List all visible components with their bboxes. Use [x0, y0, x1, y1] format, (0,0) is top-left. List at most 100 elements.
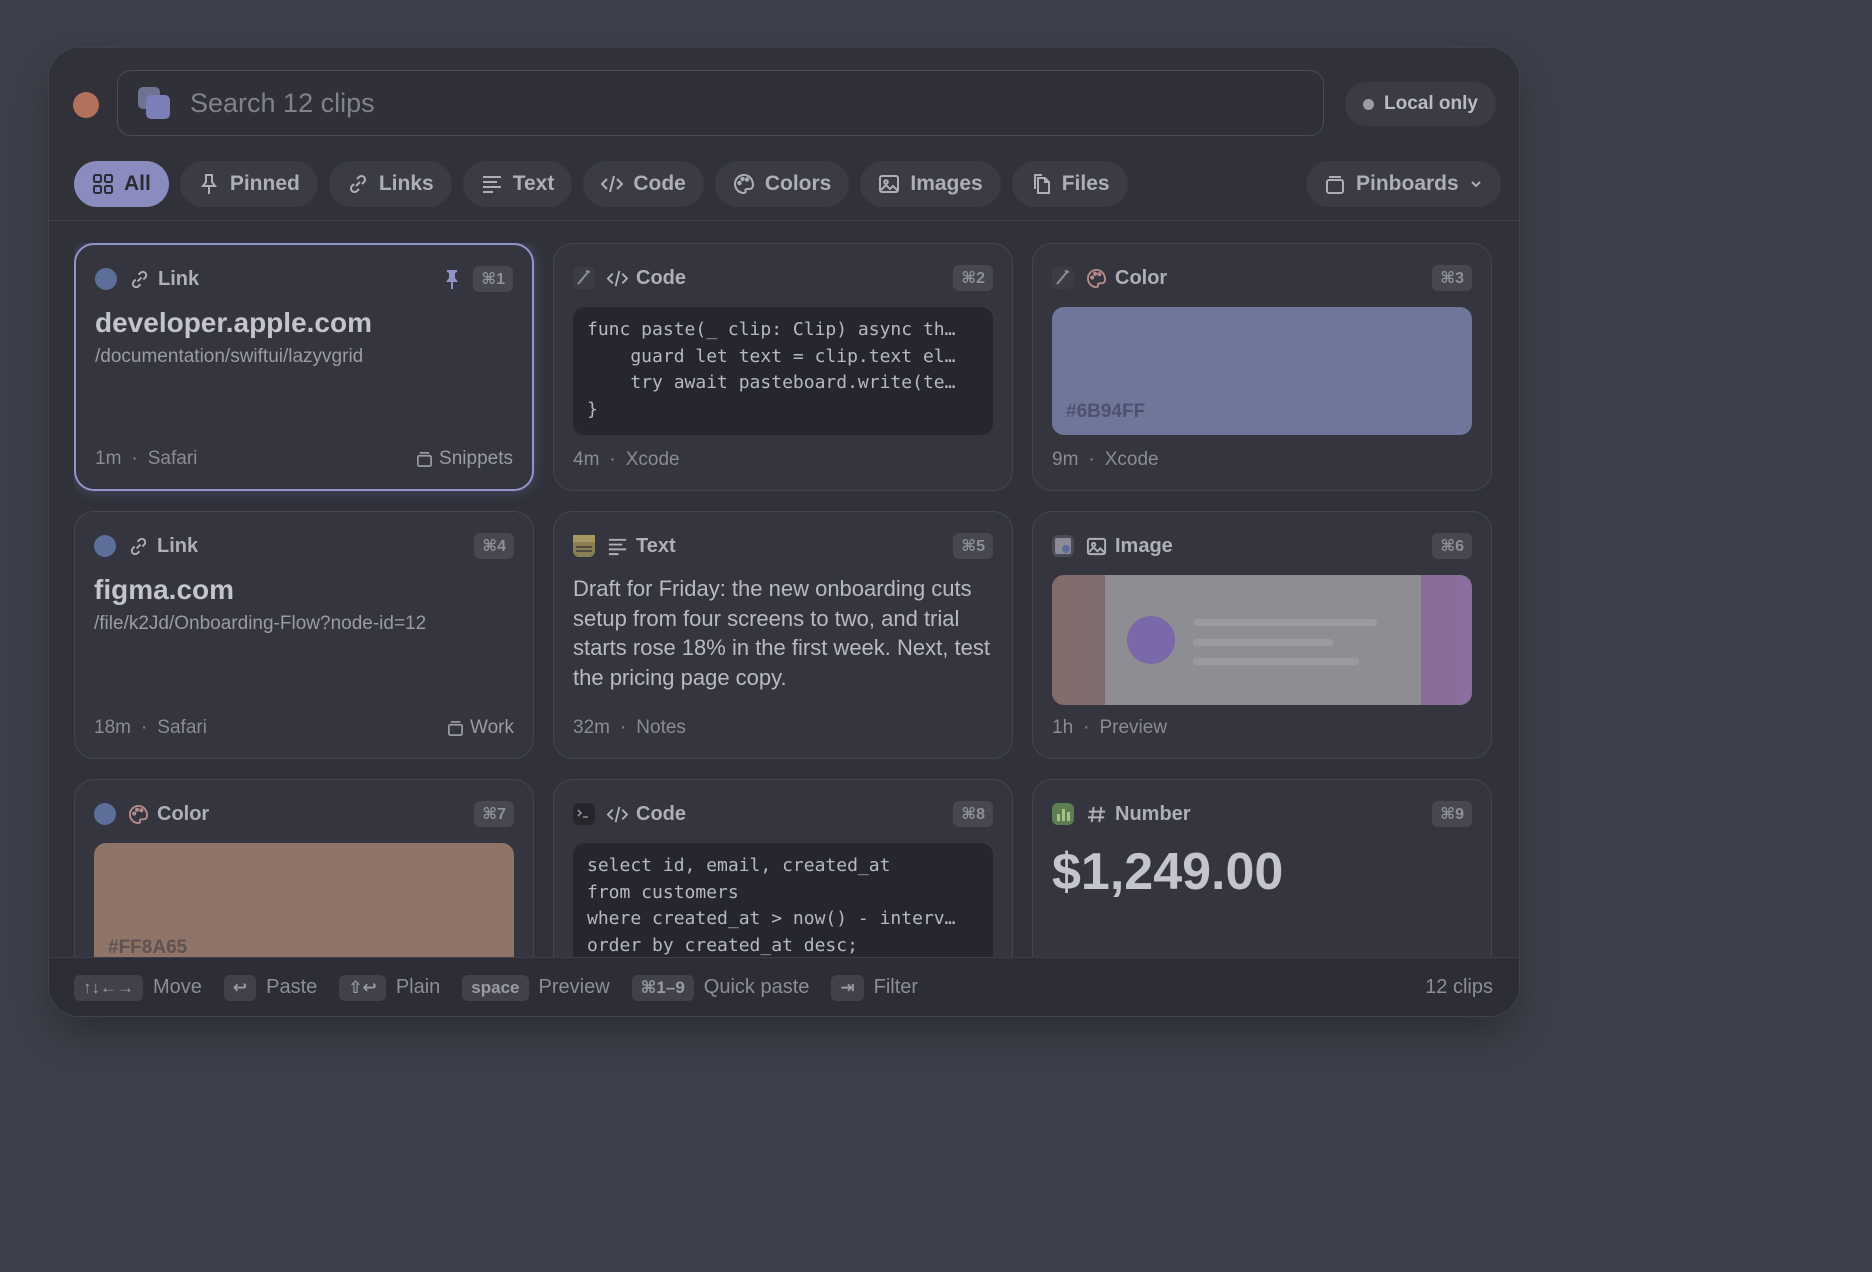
- color-swatch: #FF8A65: [94, 843, 514, 957]
- code-icon: [607, 270, 628, 286]
- search-input[interactable]: [188, 86, 1323, 120]
- hint-label: Quick paste: [703, 976, 810, 998]
- hint-quick-paste: ⌘1–9 Quick paste: [631, 974, 810, 1001]
- preview-icon: [1052, 535, 1074, 557]
- clip-card-text[interactable]: Text ⌘5 Draft for Friday: the new onboar…: [553, 511, 1013, 759]
- clip-age: 1h: [1052, 717, 1074, 738]
- clip-type-label: Code: [636, 802, 686, 825]
- hint-label: Plain: [395, 976, 441, 998]
- clip-type-label: Link: [158, 267, 200, 290]
- tab-colors[interactable]: Colors: [714, 161, 850, 207]
- hint-label: Preview: [538, 976, 610, 998]
- link-path: /file/k2Jd/Onboarding-Flow?node-id=12: [94, 613, 427, 634]
- text-lines-icon: [608, 538, 627, 555]
- color-hex: #FF8A65: [108, 937, 188, 957]
- hint-preview: space Preview: [462, 974, 610, 1001]
- clip-type-label: Color: [157, 802, 210, 825]
- shortcut-badge: ⌘7: [474, 801, 514, 827]
- clips-app-icon: [138, 87, 170, 119]
- tab-code[interactable]: Code: [583, 161, 704, 207]
- tab-links[interactable]: Links: [328, 161, 452, 207]
- pinboard-icon: [1326, 176, 1344, 194]
- clip-card-color[interactable]: Color ⌘7 #FF8A65: [74, 779, 534, 957]
- status-dot-icon: [1363, 98, 1374, 110]
- clip-age: 1m: [95, 448, 122, 469]
- text-lines-icon: [482, 176, 501, 193]
- link-icon: [130, 537, 147, 555]
- clip-type-label: Text: [636, 534, 676, 557]
- search-bar[interactable]: [117, 70, 1324, 136]
- palette-icon: [128, 804, 149, 824]
- code-preview: select id, email, created_at from custom…: [573, 843, 993, 957]
- tab-pinned[interactable]: Pinned: [179, 161, 318, 207]
- clip-app: Xcode: [625, 449, 680, 470]
- shortcut-badge: ⌘9: [1432, 801, 1472, 827]
- clip-card-number[interactable]: Number ⌘9 $1,249.00: [1032, 779, 1492, 957]
- link-title: developer.apple.com: [95, 307, 372, 338]
- hint-key: ↩: [223, 974, 257, 1001]
- code-icon: [601, 175, 624, 193]
- shortcut-badge: ⌘2: [953, 265, 993, 291]
- tab-text[interactable]: Text: [462, 161, 573, 207]
- color-hex: #6B94FF: [1066, 401, 1146, 422]
- pinboard-name: Work: [470, 717, 514, 738]
- clip-card-link[interactable]: Link ⌘4 figma.com /file/k2Jd/Onboarding-…: [74, 511, 534, 759]
- number-value: $1,249.00: [1052, 843, 1284, 901]
- pinboard-icon: [417, 451, 433, 467]
- clip-age: 18m: [94, 717, 131, 738]
- link-title: figma.com: [94, 574, 235, 605]
- storage-badge-label: Local only: [1384, 93, 1478, 114]
- tab-label: All: [124, 172, 151, 195]
- clip-card-image[interactable]: Image ⌘6 1h · Preview: [1032, 511, 1492, 759]
- close-button[interactable]: [73, 92, 99, 118]
- shortcut-badge: ⌘5: [953, 533, 993, 559]
- pinboard-name: Snippets: [439, 448, 513, 469]
- meta-separator: ·: [609, 449, 616, 470]
- grid-icon: [93, 174, 113, 194]
- pin-icon: [200, 174, 217, 194]
- hint-move: ↑↓←→ Move: [74, 974, 202, 1001]
- clip-age: 32m: [573, 717, 610, 738]
- clip-app: Preview: [1099, 717, 1168, 738]
- clip-card-code[interactable]: Code ⌘8 select id, email, created_at fro…: [553, 779, 1013, 957]
- image-icon: [879, 175, 900, 193]
- hint-filter: ⇥ Filter: [831, 974, 919, 1001]
- hash-icon: [1087, 806, 1106, 822]
- tab-label: Files: [1061, 172, 1110, 195]
- clip-app: Notes: [636, 717, 686, 738]
- hint-key: space: [462, 974, 529, 1001]
- palette-icon: [733, 173, 754, 195]
- hint-label: Filter: [873, 976, 919, 998]
- tab-images[interactable]: Images: [860, 161, 1001, 207]
- shortcut-badge: ⌘3: [1432, 265, 1472, 291]
- clip-type-label: Number: [1115, 802, 1191, 825]
- clip-pinboard: Snippets: [416, 448, 513, 470]
- clip-app: Safari: [147, 448, 198, 469]
- pin-icon[interactable]: [443, 269, 461, 289]
- tab-files[interactable]: Files: [1011, 161, 1128, 207]
- tab-all[interactable]: All: [74, 161, 169, 207]
- storage-badge[interactable]: Local only: [1345, 82, 1496, 126]
- clip-card-color[interactable]: Color ⌘3 #6B94FF 9m · Xcode: [1032, 243, 1492, 491]
- shortcut-badge: ⌘4: [474, 533, 514, 559]
- clip-card-link[interactable]: Link ⌘1 developer.apple.com /documentati…: [74, 243, 534, 491]
- hint-key: ⇥: [831, 974, 864, 1001]
- link-icon: [349, 174, 366, 194]
- color-swatch: #6B94FF: [1052, 307, 1472, 435]
- hint-plain: ⇧↩ Plain: [339, 974, 441, 1001]
- tab-label: Code: [633, 172, 686, 195]
- safari-icon: [94, 535, 116, 557]
- meta-separator: ·: [1088, 449, 1095, 470]
- meta-separator: ·: [131, 448, 138, 469]
- meta-separator: ·: [140, 717, 148, 738]
- pinboards-dropdown[interactable]: Pinboards: [1306, 161, 1501, 207]
- pinboard-icon: [448, 720, 463, 736]
- clip-count: 12 clips: [1425, 976, 1493, 998]
- notes-icon: [573, 535, 595, 557]
- terminal-icon: [573, 803, 595, 825]
- tab-label: Pinned: [229, 172, 300, 195]
- hint-label: Move: [153, 976, 202, 998]
- clip-app: Safari: [157, 717, 207, 738]
- clip-card-code[interactable]: Code ⌘2 func paste(_ clip: Clip) async t…: [553, 243, 1013, 491]
- clips-grid: Link ⌘1 developer.apple.com /documentati…: [74, 243, 1494, 957]
